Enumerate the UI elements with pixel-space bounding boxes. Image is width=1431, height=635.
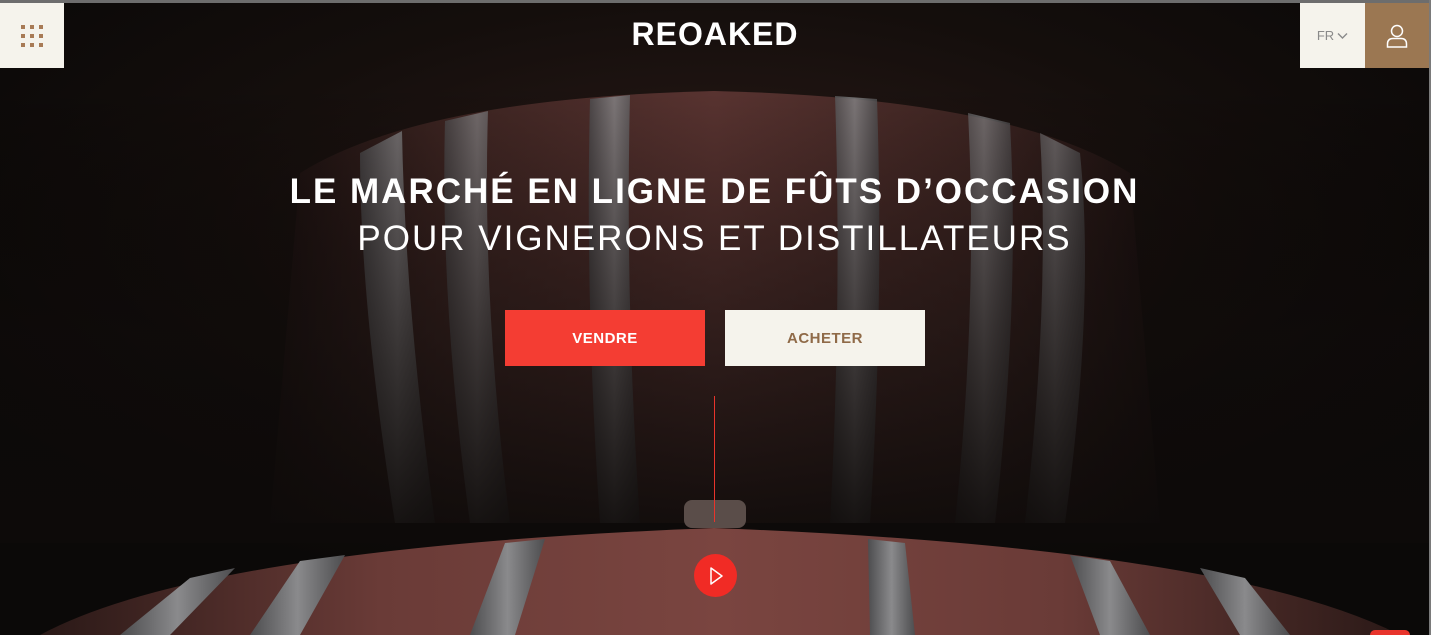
account-button[interactable] [1365,3,1429,68]
svg-text:REOAKED: REOAKED [631,16,798,52]
menu-button[interactable] [0,3,64,68]
scroll-indicator-line [714,396,715,522]
user-icon [1386,24,1408,48]
window-top-border [0,0,1431,3]
hero-subheadline: POUR VIGNERONS ET DISTILLATEURS [357,219,1072,258]
chevron-down-icon [1337,32,1348,39]
sell-button[interactable]: VENDRE [505,310,705,366]
play-video-button[interactable] [694,554,737,597]
hero-background [0,3,1429,635]
barrel-photo [0,3,1429,635]
play-icon [709,566,723,585]
language-selector[interactable]: FR [1300,3,1365,68]
corner-badge[interactable] [1370,630,1410,635]
grid-menu-icon [21,24,43,47]
hero-headline: LE MARCHÉ EN LIGNE DE FÛTS D’OCCASION [289,172,1140,211]
buy-button[interactable]: ACHETER [725,310,925,366]
brand-logo[interactable]: REOAKED [612,14,818,54]
language-label: FR [1316,28,1335,43]
